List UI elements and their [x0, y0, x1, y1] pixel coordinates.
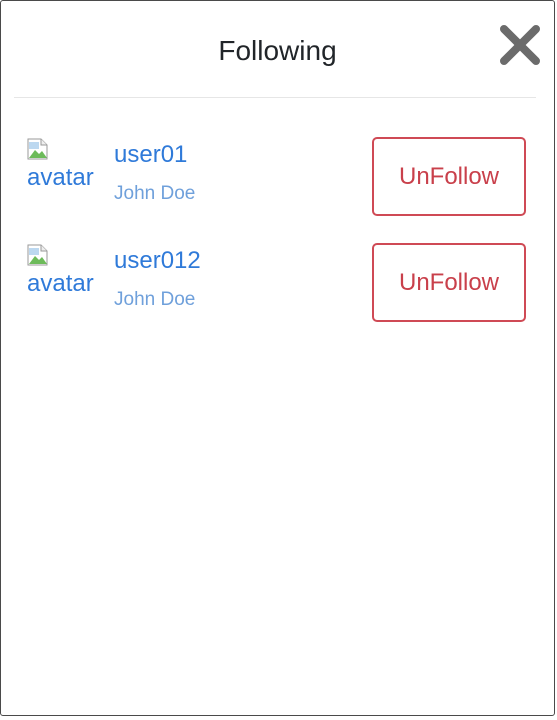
close-icon: [500, 25, 540, 65]
following-list: avatar user01 John Doe UnFollow avatar u…: [1, 98, 554, 322]
list-item: avatar user012 John Doe UnFollow: [1, 204, 554, 322]
avatar[interactable]: avatar: [25, 136, 105, 196]
following-modal: Following avatar user01 John Doe UnFollo…: [0, 0, 555, 716]
username-link[interactable]: user012: [114, 246, 201, 276]
username-link[interactable]: user01: [114, 140, 187, 170]
full-name: John Doe: [114, 183, 196, 204]
unfollow-button[interactable]: UnFollow: [372, 243, 526, 322]
avatar-alt-text: avatar: [27, 164, 94, 191]
broken-image-icon: [27, 244, 48, 266]
full-name: John Doe: [114, 289, 196, 310]
close-button[interactable]: [498, 23, 542, 67]
avatar[interactable]: avatar: [25, 242, 105, 302]
list-item: avatar user01 John Doe UnFollow: [1, 98, 554, 216]
broken-image-icon: [27, 138, 48, 160]
avatar-alt-text: avatar: [27, 270, 94, 297]
modal-title: Following: [218, 35, 337, 66]
modal-header: Following: [1, 1, 554, 98]
